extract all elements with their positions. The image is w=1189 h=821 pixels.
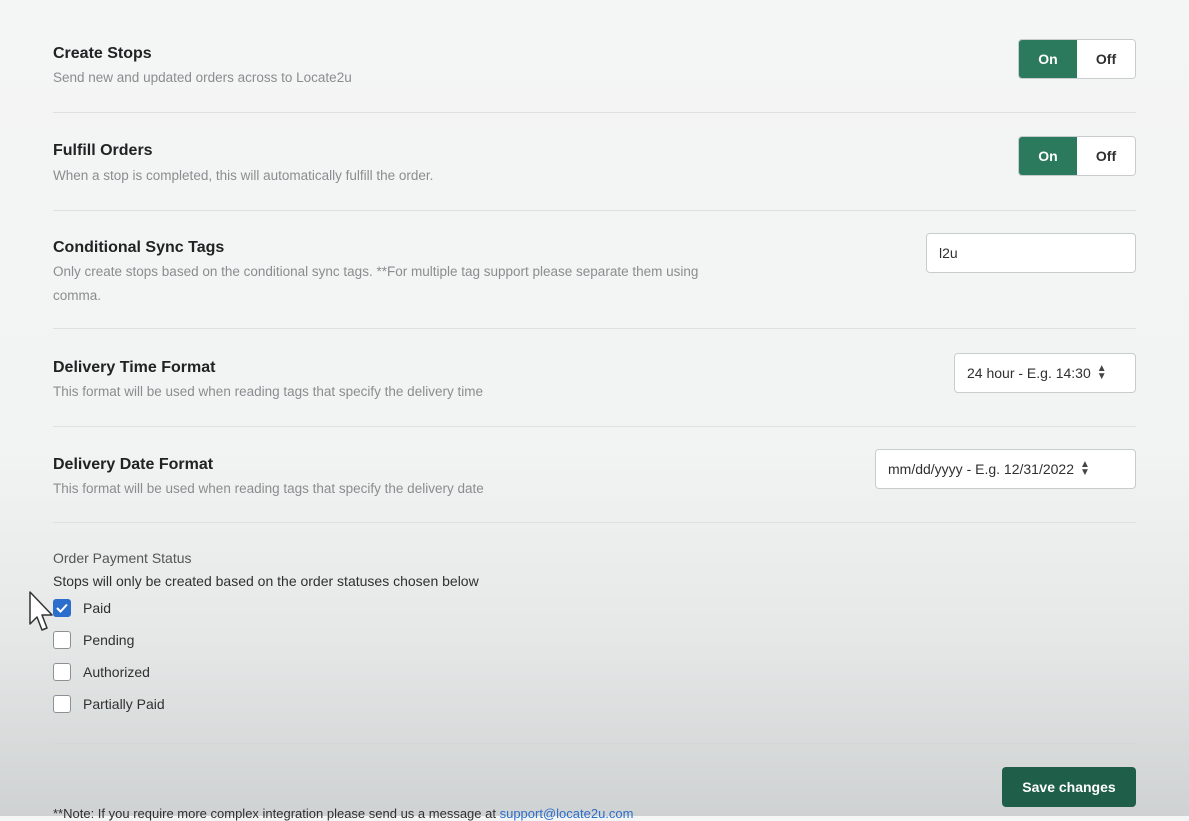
paid-label: Paid bbox=[83, 600, 112, 616]
conditional-sync-tags-input[interactable] bbox=[926, 233, 1136, 273]
conditional-sync-tags-title: Conditional Sync Tags bbox=[53, 239, 225, 256]
fulfill-orders-on-button[interactable]: On bbox=[1019, 137, 1077, 175]
save-changes-button[interactable]: Save changes bbox=[1002, 767, 1136, 807]
create-stops-title: Create Stops bbox=[53, 45, 152, 62]
fulfill-orders-toggle[interactable]: On Off bbox=[1018, 136, 1136, 176]
order-payment-status-label: Order Payment Status bbox=[53, 550, 192, 566]
payment-status-partially-paid[interactable]: Partially Paid bbox=[53, 693, 165, 715]
delivery-date-format-value: mm/dd/yyyy - E.g. 12/31/2022 bbox=[888, 461, 1074, 477]
create-stops-on-button[interactable]: On bbox=[1019, 40, 1077, 78]
delivery-time-format-title: Delivery Time Format bbox=[53, 359, 216, 376]
checkmark-icon bbox=[56, 603, 68, 613]
select-arrows-icon: ▲ ▼ bbox=[1079, 459, 1090, 478]
fulfill-orders-off-button[interactable]: Off bbox=[1077, 137, 1135, 175]
fulfill-orders-description: When a stop is completed, this will auto… bbox=[53, 168, 434, 183]
partially-paid-label: Partially Paid bbox=[83, 696, 165, 712]
footer-note: **Note: If you require more complex inte… bbox=[53, 806, 633, 821]
delivery-time-format-description: This format will be used when reading ta… bbox=[53, 384, 483, 399]
delivery-date-format-title: Delivery Date Format bbox=[53, 456, 214, 473]
footer-note-text: **Note: If you require more complex inte… bbox=[53, 806, 496, 821]
create-stops-row: Create Stops Send new and updated orders… bbox=[53, 0, 1136, 113]
payment-status-paid[interactable]: Paid bbox=[53, 597, 111, 619]
partially-paid-checkbox[interactable] bbox=[53, 695, 71, 713]
create-stops-toggle[interactable]: On Off bbox=[1018, 39, 1136, 79]
authorized-checkbox[interactable] bbox=[53, 663, 71, 681]
create-stops-description: Send new and updated orders across to Lo… bbox=[53, 70, 352, 85]
delivery-date-format-row: Delivery Date Format This format will be… bbox=[53, 426, 1136, 523]
pending-label: Pending bbox=[83, 632, 135, 648]
delivery-time-format-row: Delivery Time Format This format will be… bbox=[53, 328, 1136, 427]
conditional-sync-tags-description: Only create stops based on the condition… bbox=[53, 264, 699, 303]
mouse-cursor-icon bbox=[29, 591, 53, 631]
payment-status-authorized[interactable]: Authorized bbox=[53, 661, 150, 683]
conditional-sync-tags-row: Conditional Sync Tags Only create stops … bbox=[53, 210, 1136, 329]
fulfill-orders-row: Fulfill Orders When a stop is completed,… bbox=[53, 112, 1136, 211]
create-stops-off-button[interactable]: Off bbox=[1077, 40, 1135, 78]
authorized-label: Authorized bbox=[83, 664, 150, 680]
select-arrows-icon: ▲ ▼ bbox=[1096, 363, 1107, 382]
payment-status-pending[interactable]: Pending bbox=[53, 629, 134, 651]
delivery-date-format-description: This format will be used when reading ta… bbox=[53, 481, 484, 496]
delivery-date-format-select[interactable]: mm/dd/yyyy - E.g. 12/31/2022 ▲ ▼ bbox=[875, 449, 1136, 489]
fulfill-orders-title: Fulfill Orders bbox=[53, 142, 153, 159]
delivery-time-format-value: 24 hour - E.g. 14:30 bbox=[967, 365, 1091, 381]
delivery-time-format-select[interactable]: 24 hour - E.g. 14:30 ▲ ▼ bbox=[954, 353, 1136, 393]
section-divider bbox=[53, 743, 1136, 744]
support-email-link[interactable]: support@locate2u.com bbox=[500, 806, 634, 821]
order-payment-status-description: Stops will only be created based on the … bbox=[53, 573, 479, 589]
